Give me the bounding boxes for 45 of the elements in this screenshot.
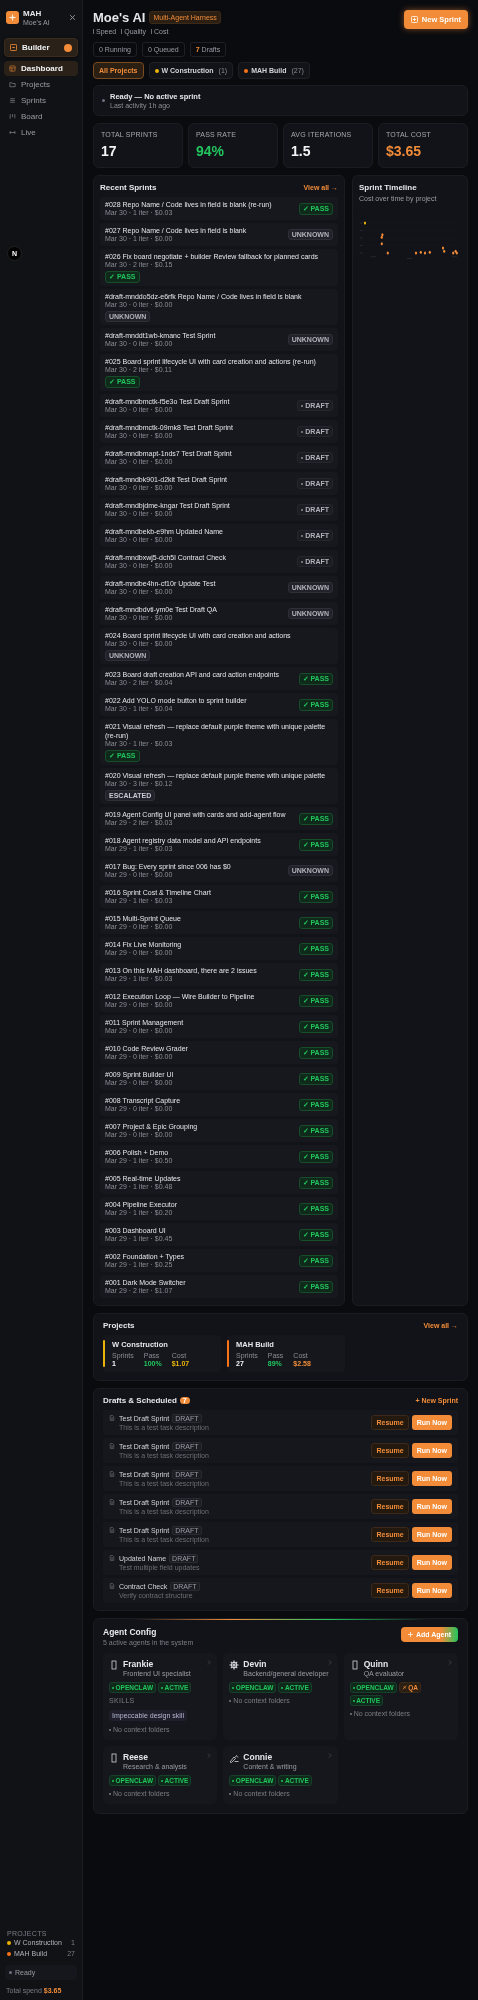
stat-value: 17 <box>101 143 118 159</box>
plus-icon <box>410 16 418 23</box>
nav-item[interactable]: Board <box>4 109 78 124</box>
nav-item[interactable]: Dashboard <box>4 61 78 76</box>
document-icon <box>109 1555 115 1561</box>
stat-value: $3.65 <box>386 143 423 159</box>
columns-icon <box>9 113 16 120</box>
agent-name: Reese <box>123 1752 150 1762</box>
brand-name: MAH <box>23 9 43 18</box>
agent-name: Quinn <box>363 1659 390 1669</box>
writing-hand-icon <box>229 1753 240 1763</box>
agent-name: Connie <box>243 1752 274 1762</box>
document-icon <box>109 1443 115 1449</box>
agent-name: Frankie <box>123 1659 155 1669</box>
dashboard-icon <box>9 65 16 72</box>
gear-icon <box>229 1660 240 1670</box>
section-title: Sprint Timeline <box>359 183 417 192</box>
pulse-icon <box>9 129 16 136</box>
stat-value: 1.5 <box>291 143 312 159</box>
section-title: Projects <box>103 1321 135 1330</box>
section-title: Recent Sprints <box>100 183 157 192</box>
section-title: Agent Config <box>103 1627 158 1637</box>
close-icon[interactable] <box>69 14 76 21</box>
builder-button[interactable]: Builder <box>4 38 78 57</box>
plus-icon <box>407 1632 413 1637</box>
agent-name: Devin <box>243 1659 268 1669</box>
nav-item[interactable]: Projects <box>4 77 78 92</box>
document-icon <box>109 1527 115 1533</box>
list-icon <box>9 97 16 104</box>
nav-item[interactable]: Live <box>4 125 78 140</box>
builder-icon <box>10 44 17 51</box>
nav-item[interactable]: Sprints <box>4 93 78 108</box>
status-dot <box>102 99 105 102</box>
logo-icon <box>6 11 19 24</box>
placeholder-icon <box>349 1660 360 1670</box>
document-icon <box>109 1415 115 1421</box>
document-icon <box>109 1583 115 1589</box>
page-title: Moe's AI <box>93 10 146 25</box>
document-icon <box>109 1499 115 1505</box>
document-icon <box>109 1471 115 1477</box>
folder-icon <box>9 81 16 88</box>
section-title: Drafts & Scheduled <box>103 1396 177 1405</box>
stat-value: 94% <box>196 143 226 159</box>
placeholder-icon <box>109 1753 119 1763</box>
placeholder-icon <box>109 1660 119 1670</box>
